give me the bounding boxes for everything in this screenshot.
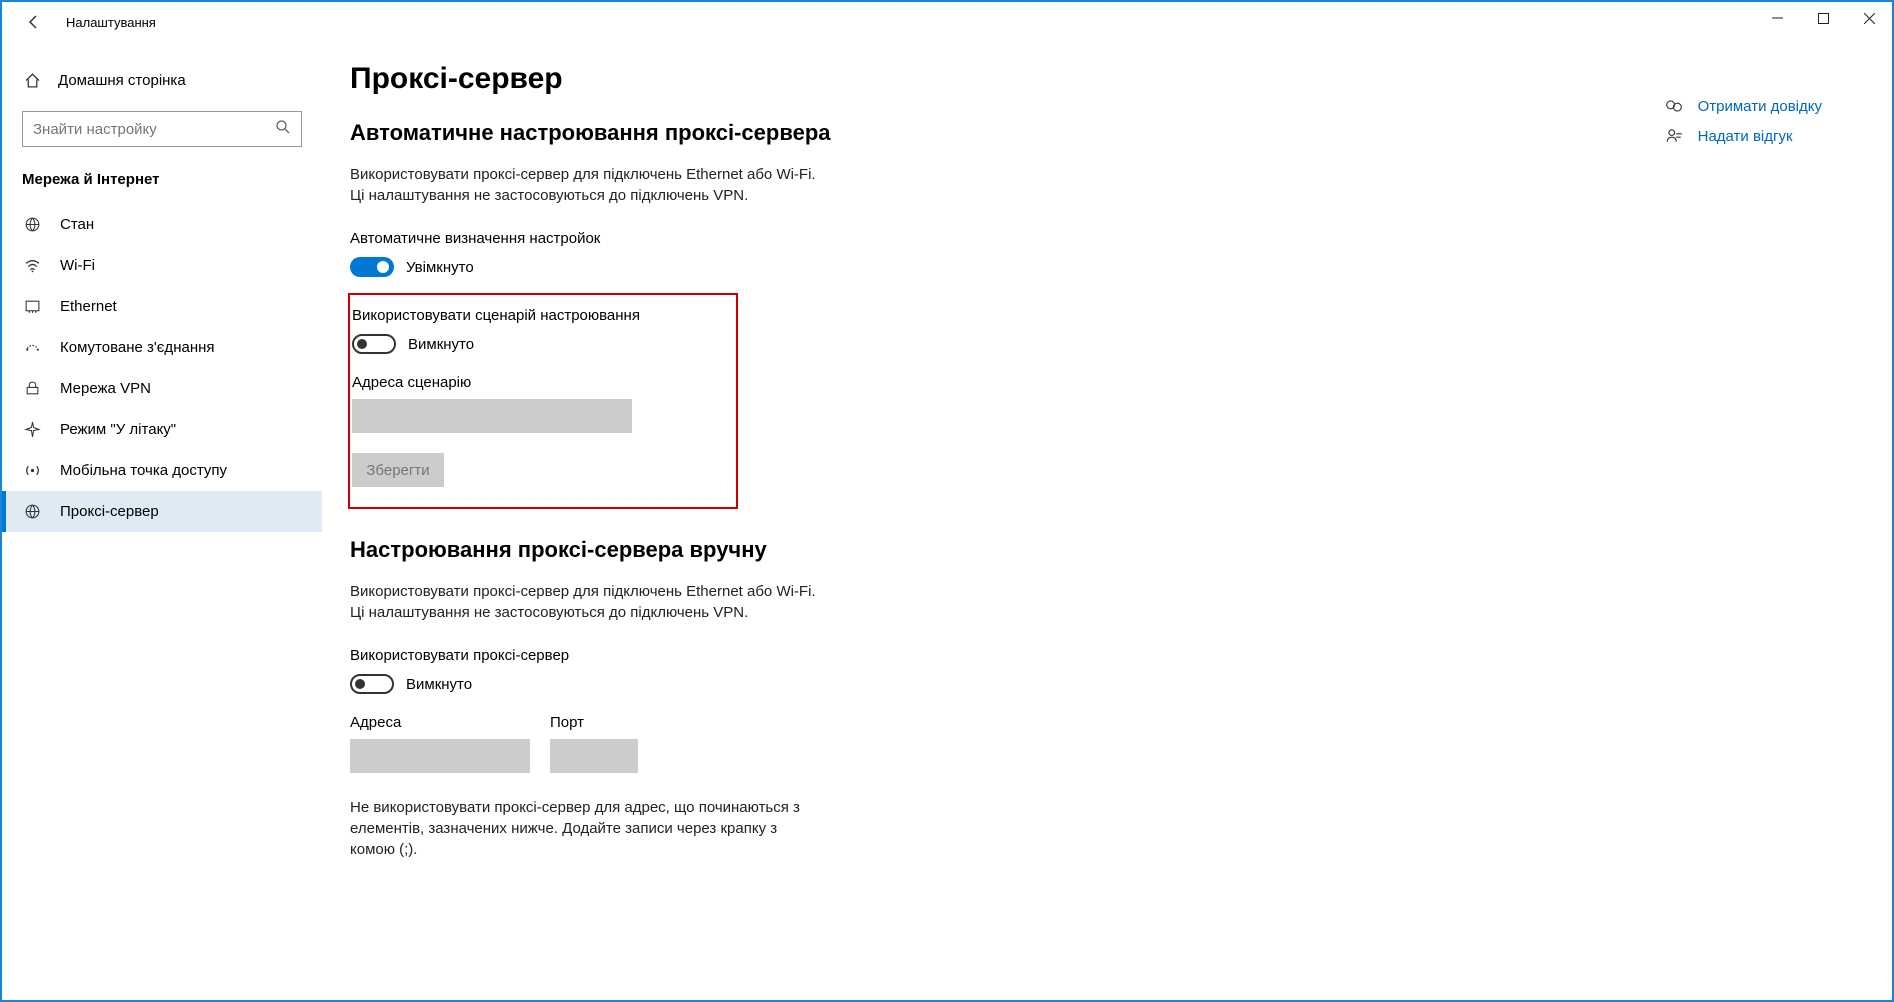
manual-desc-1: Використовувати проксі-сервер для підклю…: [350, 581, 910, 602]
back-button[interactable]: [20, 8, 48, 36]
home-label: Домашня сторінка: [58, 72, 186, 89]
sidebar-item-label: Комутоване з'єднання: [60, 339, 215, 356]
manual-desc-2: Ці налаштування не застосовуються до під…: [350, 602, 910, 623]
use-proxy-toggle[interactable]: [350, 674, 394, 694]
search-input[interactable]: [33, 121, 275, 138]
sidebar-item-label: Режим "У літаку": [60, 421, 176, 438]
proxy-port-label: Порт: [550, 714, 638, 731]
sidebar-item-label: Мобільна точка доступу: [60, 462, 227, 479]
sidebar-item-proxy[interactable]: Проксі-сервер: [2, 491, 322, 532]
minimize-button[interactable]: [1754, 2, 1800, 34]
auto-detect-label: Автоматичне визначення настройок: [350, 230, 1852, 247]
vpn-icon: [22, 380, 42, 397]
get-help-link[interactable]: Отримати довідку: [1664, 97, 1822, 115]
category-title: Мережа й Інтернет: [2, 147, 322, 204]
window-title: Налаштування: [66, 15, 156, 30]
wifi-icon: [22, 257, 42, 274]
get-help-label: Отримати довідку: [1698, 98, 1822, 115]
dialup-icon: [22, 339, 42, 356]
sidebar-item-label: Проксі-сервер: [60, 503, 159, 520]
maximize-button[interactable]: [1800, 2, 1846, 34]
feedback-label: Надати відгук: [1698, 128, 1793, 145]
script-address-input: [352, 399, 632, 433]
home-icon: [22, 72, 42, 89]
window-controls: [1754, 2, 1892, 34]
sidebar-item-airplane[interactable]: Режим "У літаку": [2, 409, 322, 450]
auto-detect-state: Увімкнуто: [406, 259, 474, 276]
sidebar-item-hotspot[interactable]: Мобільна точка доступу: [2, 450, 322, 491]
script-state: Вимкнуто: [408, 336, 474, 353]
auto-desc-2: Ці налаштування не застосовуються до під…: [350, 185, 910, 206]
main-content: Проксі-сервер Автоматичне настроювання п…: [322, 42, 1892, 1000]
sidebar-item-label: Мережа VPN: [60, 380, 151, 397]
sidebar-item-ethernet[interactable]: Ethernet: [2, 286, 322, 327]
search-box[interactable]: [22, 111, 302, 147]
ethernet-icon: [22, 298, 42, 315]
feedback-icon: [1664, 127, 1684, 145]
exceptions-desc: Не використовувати проксі-сервер для адр…: [350, 797, 810, 860]
manual-section-heading: Настроювання проксі-сервера вручну: [350, 537, 1852, 563]
save-button: Зберегти: [352, 453, 444, 487]
home-link[interactable]: Домашня сторінка: [2, 64, 322, 97]
sidebar-item-label: Ethernet: [60, 298, 117, 315]
help-icon: [1664, 97, 1684, 115]
close-button[interactable]: [1846, 2, 1892, 34]
sidebar-item-vpn[interactable]: Мережа VPN: [2, 368, 322, 409]
script-label: Використовувати сценарій настроювання: [352, 307, 720, 324]
sidebar-item-status[interactable]: Стан: [2, 204, 322, 245]
airplane-icon: [22, 421, 42, 438]
titlebar: Налаштування: [2, 2, 1892, 42]
feedback-link[interactable]: Надати відгук: [1664, 127, 1822, 145]
proxy-address-input: [350, 739, 530, 773]
hotspot-icon: [22, 462, 42, 479]
sidebar-item-wifi[interactable]: Wi-Fi: [2, 245, 322, 286]
sidebar: Домашня сторінка Мережа й Інтернет Стан …: [2, 42, 322, 1000]
sidebar-item-label: Стан: [60, 216, 94, 233]
proxy-port-input: [550, 739, 638, 773]
search-icon: [275, 119, 291, 140]
page-title: Проксі-сервер: [350, 62, 1852, 96]
script-address-label: Адреса сценарію: [352, 374, 720, 391]
auto-section-heading: Автоматичне настроювання проксі-сервера: [350, 120, 1852, 146]
help-links: Отримати довідку Надати відгук: [1664, 97, 1822, 145]
auto-desc-1: Використовувати проксі-сервер для підклю…: [350, 164, 910, 185]
use-proxy-label: Використовувати проксі-сервер: [350, 647, 1852, 664]
sidebar-item-dialup[interactable]: Комутоване з'єднання: [2, 327, 322, 368]
script-toggle[interactable]: [352, 334, 396, 354]
auto-detect-toggle[interactable]: [350, 257, 394, 277]
sidebar-item-label: Wi-Fi: [60, 257, 95, 274]
use-proxy-state: Вимкнуто: [406, 676, 472, 693]
proxy-address-label: Адреса: [350, 714, 530, 731]
proxy-icon: [22, 503, 42, 520]
highlighted-script-section: Використовувати сценарій настроювання Ви…: [348, 293, 738, 509]
globe-icon: [22, 216, 42, 233]
